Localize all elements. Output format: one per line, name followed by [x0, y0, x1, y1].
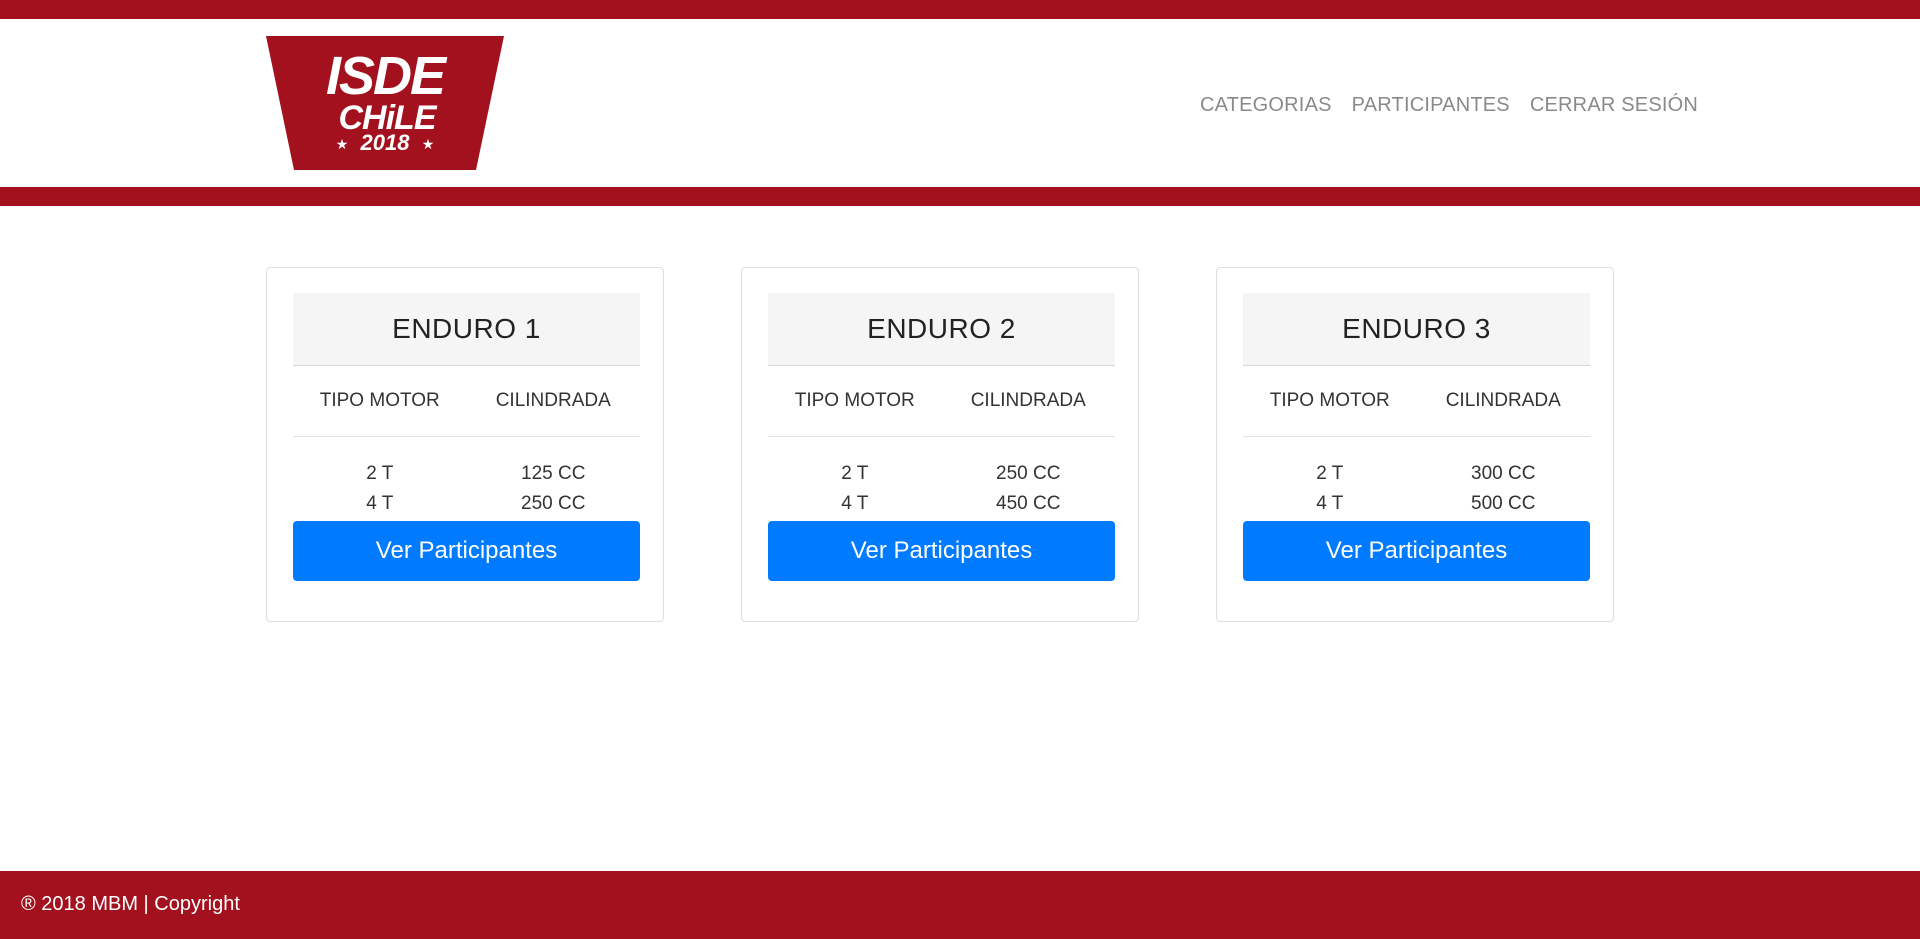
motor-cell: 2 T — [841, 463, 869, 484]
table-row: 4 T 450 CC — [768, 489, 1115, 519]
cc-cell: 450 CC — [996, 493, 1061, 514]
top-color-strip — [0, 0, 1920, 19]
column-header-cilindrada: CILINDRADA — [495, 390, 611, 411]
category-card-enduro-2: ENDURO 2 TIPO MOTOR CILINDRADA 2 T 250 C… — [741, 267, 1139, 622]
cc-cell: 250 CC — [521, 493, 586, 514]
star-icon: ★ — [336, 137, 349, 153]
cc-cell: 125 CC — [521, 463, 586, 484]
copyright-text: ® 2018 MBM | Copyright — [21, 893, 240, 915]
nav-cerrar-sesion[interactable]: CERRAR SESIÓN — [1530, 94, 1698, 117]
motor-cell: 4 T — [366, 493, 394, 514]
nav-categorias[interactable]: CATEGORIAS — [1200, 94, 1332, 117]
logo-line1: ISDE — [326, 46, 448, 106]
card-title: ENDURO 1 — [293, 293, 640, 366]
ver-participantes-button[interactable]: Ver Participantes — [1243, 521, 1590, 581]
motor-cell: 4 T — [841, 493, 869, 514]
card-header-row: TIPO MOTOR CILINDRADA — [1243, 366, 1590, 437]
card-title: ENDURO 2 — [768, 293, 1115, 366]
logo-graphic: ISDE CHiLE 2018 ★ ★ — [266, 36, 504, 170]
table-row: 2 T 250 CC — [768, 459, 1115, 489]
cc-cell: 250 CC — [996, 463, 1061, 484]
card-title: ENDURO 3 — [1243, 293, 1590, 366]
category-card-enduro-1: ENDURO 1 TIPO MOTOR CILINDRADA 2 T 125 C… — [266, 267, 664, 622]
column-header-tipo-motor: TIPO MOTOR — [794, 390, 915, 411]
card-rows: 2 T 125 CC 4 T 250 CC — [293, 437, 640, 529]
category-card-enduro-3: ENDURO 3 TIPO MOTOR CILINDRADA 2 T 300 C… — [1216, 267, 1614, 622]
table-row: 4 T 500 CC — [1243, 489, 1590, 519]
motor-cell: 4 T — [1316, 493, 1344, 514]
ver-participantes-button[interactable]: Ver Participantes — [293, 521, 640, 581]
main-nav: CATEGORIAS PARTICIPANTES CERRAR SESIÓN — [1200, 90, 1698, 120]
table-row: 4 T 250 CC — [293, 489, 640, 519]
card-rows: 2 T 300 CC 4 T 500 CC — [1243, 437, 1590, 529]
table-row: 2 T 300 CC — [1243, 459, 1590, 489]
column-header-tipo-motor: TIPO MOTOR — [1269, 390, 1390, 411]
header-bottom-band — [0, 187, 1920, 206]
nav-participantes[interactable]: PARTICIPANTES — [1352, 94, 1510, 117]
motor-cell: 2 T — [1316, 463, 1344, 484]
column-header-cilindrada: CILINDRADA — [970, 390, 1086, 411]
card-header-row: TIPO MOTOR CILINDRADA — [293, 366, 640, 437]
logo-line3: 2018 — [360, 130, 411, 155]
cc-cell: 300 CC — [1471, 463, 1536, 484]
site-footer: ® 2018 MBM | Copyright — [0, 871, 1920, 939]
ver-participantes-button[interactable]: Ver Participantes — [768, 521, 1115, 581]
star-icon: ★ — [422, 137, 435, 153]
card-header-row: TIPO MOTOR CILINDRADA — [768, 366, 1115, 437]
column-header-cilindrada: CILINDRADA — [1445, 390, 1561, 411]
motor-cell: 2 T — [366, 463, 394, 484]
table-row: 2 T 125 CC — [293, 459, 640, 489]
card-rows: 2 T 250 CC 4 T 450 CC — [768, 437, 1115, 529]
isde-chile-logo[interactable]: ISDE CHiLE 2018 ★ ★ — [266, 36, 504, 170]
cc-cell: 500 CC — [1471, 493, 1536, 514]
column-header-tipo-motor: TIPO MOTOR — [319, 390, 440, 411]
